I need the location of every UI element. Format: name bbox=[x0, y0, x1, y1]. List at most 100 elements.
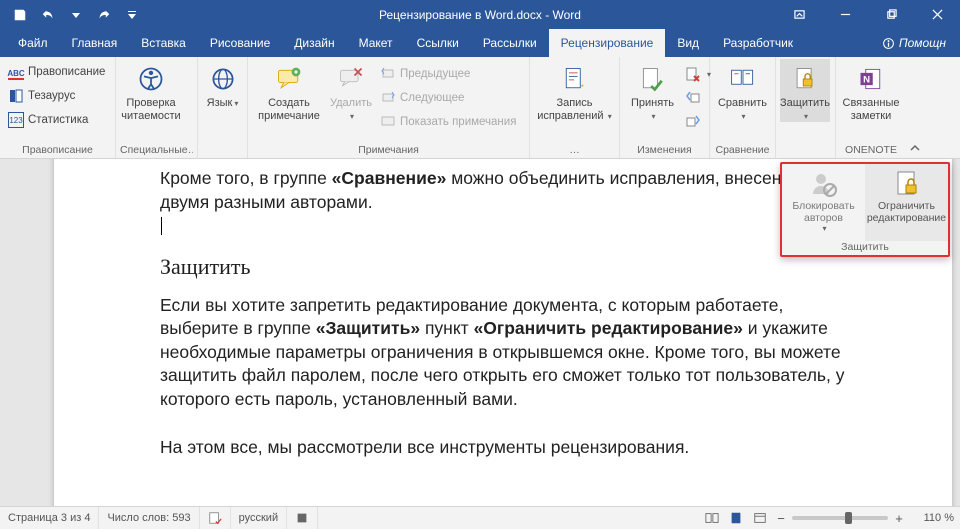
compare-icon bbox=[727, 63, 759, 95]
chevron-down-icon: ▾ bbox=[802, 112, 808, 121]
quick-access-toolbar bbox=[0, 0, 146, 29]
qat-customize[interactable] bbox=[118, 0, 146, 29]
new-comment-button[interactable]: Создать примечание bbox=[252, 59, 326, 122]
status-macro[interactable] bbox=[287, 507, 318, 529]
check-accessibility-button[interactable]: Проверка читаемости bbox=[120, 59, 182, 122]
ribbon-display-options-button[interactable] bbox=[776, 0, 822, 29]
zoom-level[interactable]: 110 % bbox=[910, 512, 954, 524]
prev-change-button[interactable] bbox=[683, 87, 703, 109]
heading-2: Защитить bbox=[160, 252, 864, 282]
chevron-down-icon: ▾ bbox=[604, 112, 612, 121]
show-comments-button[interactable]: Показать примечания bbox=[378, 111, 518, 133]
group-proofing: ABC Правописание Тезаурус 123 Статистика… bbox=[0, 57, 116, 158]
undo-button[interactable] bbox=[34, 0, 62, 29]
save-button[interactable] bbox=[6, 0, 34, 29]
compare-button[interactable]: Сравнить▾ bbox=[714, 59, 771, 122]
spelling-icon: ABC bbox=[8, 64, 24, 80]
tab-draw[interactable]: Рисование bbox=[198, 29, 282, 57]
group-label-proofing: Правописание bbox=[4, 144, 111, 158]
paragraph: Кроме того, в группе «Сравнение» можно о… bbox=[160, 167, 864, 238]
collapse-ribbon-button[interactable] bbox=[906, 57, 924, 158]
delete-comment-icon bbox=[335, 63, 367, 95]
paragraph: На этом все, мы рассмотрели все инструме… bbox=[160, 436, 864, 460]
statistics-button[interactable]: 123 Статистика bbox=[6, 109, 107, 131]
tab-design[interactable]: Дизайн bbox=[282, 29, 346, 57]
chevron-down-icon: ▾ bbox=[649, 112, 655, 121]
thesaurus-icon bbox=[8, 88, 24, 104]
status-proofing[interactable] bbox=[200, 507, 231, 529]
tab-mailings[interactable]: Рассылки bbox=[471, 29, 549, 57]
group-tracking: Запись исправлений ▾ … bbox=[530, 57, 620, 158]
previous-icon bbox=[380, 66, 396, 82]
accept-icon bbox=[637, 63, 669, 95]
tab-insert[interactable]: Вставка bbox=[129, 29, 198, 57]
zoom-out-button[interactable]: − bbox=[774, 511, 788, 526]
text-cursor bbox=[161, 217, 162, 235]
chevron-down-icon: ▾ bbox=[348, 112, 354, 121]
zoom-slider[interactable] bbox=[792, 516, 888, 520]
macro-stop-icon bbox=[295, 511, 309, 525]
restrict-editing-icon bbox=[891, 168, 923, 200]
reject-icon bbox=[685, 66, 701, 82]
tab-view[interactable]: Вид bbox=[665, 29, 711, 57]
tab-file[interactable]: Файл bbox=[6, 29, 60, 57]
group-comments: Создать примечание Удалить▾ Предыдущее С… bbox=[248, 57, 530, 158]
tab-layout[interactable]: Макет bbox=[347, 29, 405, 57]
undo-dropdown[interactable] bbox=[62, 0, 90, 29]
titlebar: Рецензирование в Word.docx - Word bbox=[0, 0, 960, 29]
statusbar: Страница 3 из 4 Число слов: 593 русский … bbox=[0, 506, 960, 529]
reject-button[interactable]: ▾ bbox=[683, 63, 703, 85]
next-comment-button[interactable]: Следующее bbox=[378, 87, 518, 109]
delete-comment-button[interactable]: Удалить▾ bbox=[326, 59, 376, 122]
view-print-layout[interactable] bbox=[726, 508, 746, 528]
minimize-button[interactable] bbox=[822, 0, 868, 29]
status-page[interactable]: Страница 3 из 4 bbox=[0, 507, 99, 529]
status-word-count[interactable]: Число слов: 593 bbox=[99, 507, 199, 529]
tab-review[interactable]: Рецензирование bbox=[549, 29, 666, 57]
ribbon-tabs: Файл Главная Вставка Рисование Дизайн Ма… bbox=[0, 29, 960, 57]
view-web-layout[interactable] bbox=[750, 508, 770, 528]
track-changes-button[interactable]: Запись исправлений ▾ bbox=[534, 59, 615, 122]
tell-me[interactable]: Помощн bbox=[868, 29, 960, 57]
window-title: Рецензирование в Word.docx - Word bbox=[379, 8, 581, 22]
tab-home[interactable]: Главная bbox=[60, 29, 130, 57]
proofing-icon bbox=[208, 511, 222, 525]
accept-button[interactable]: Принять▾ bbox=[624, 59, 681, 122]
next-icon bbox=[380, 90, 396, 106]
spelling-button[interactable]: ABC Правописание bbox=[6, 61, 107, 83]
accessibility-icon bbox=[135, 63, 167, 95]
zoom-in-button[interactable]: + bbox=[892, 511, 906, 526]
paragraph: Если вы хотите запретить редактирование … bbox=[160, 294, 864, 412]
group-changes: Принять▾ ▾ Изменения bbox=[620, 57, 710, 158]
protect-button[interactable]: Защитить▾ bbox=[780, 59, 830, 122]
protect-group-label: Защитить bbox=[782, 241, 948, 255]
protect-dropdown: Блокировать авторов ▾ Ограничить редакти… bbox=[780, 162, 950, 257]
group-compare: Сравнить▾ Сравнение bbox=[710, 57, 776, 158]
group-label-onenote: ONENOTE bbox=[840, 144, 902, 158]
prev-change-icon bbox=[685, 90, 701, 106]
tab-references[interactable]: Ссылки bbox=[405, 29, 471, 57]
chevron-up-icon bbox=[909, 142, 921, 154]
language-icon bbox=[207, 63, 239, 95]
close-button[interactable] bbox=[914, 0, 960, 29]
group-label-comments: Примечания bbox=[252, 144, 525, 158]
language-button[interactable]: Язык▾ bbox=[202, 59, 243, 110]
zoom-slider-thumb[interactable] bbox=[845, 512, 852, 524]
view-read-mode[interactable] bbox=[702, 508, 722, 528]
svg-text:N: N bbox=[863, 75, 870, 86]
statistics-icon: 123 bbox=[8, 112, 24, 128]
restrict-editing-button[interactable]: Ограничить редактирование bbox=[865, 164, 948, 241]
thesaurus-button[interactable]: Тезаурус bbox=[6, 85, 107, 107]
group-protect: Защитить▾ bbox=[776, 57, 836, 158]
redo-button[interactable] bbox=[90, 0, 118, 29]
tab-developer[interactable]: Разработчик bbox=[711, 29, 805, 57]
status-language[interactable]: русский bbox=[231, 507, 287, 529]
maximize-button[interactable] bbox=[868, 0, 914, 29]
block-authors-icon bbox=[808, 168, 840, 200]
tell-me-label: Помощн bbox=[899, 36, 946, 50]
linked-notes-button[interactable]: N Связанные заметки bbox=[840, 59, 902, 122]
show-comments-icon bbox=[380, 114, 396, 130]
window-controls bbox=[776, 0, 960, 29]
next-change-button[interactable] bbox=[683, 111, 703, 133]
previous-comment-button[interactable]: Предыдущее bbox=[378, 63, 518, 85]
